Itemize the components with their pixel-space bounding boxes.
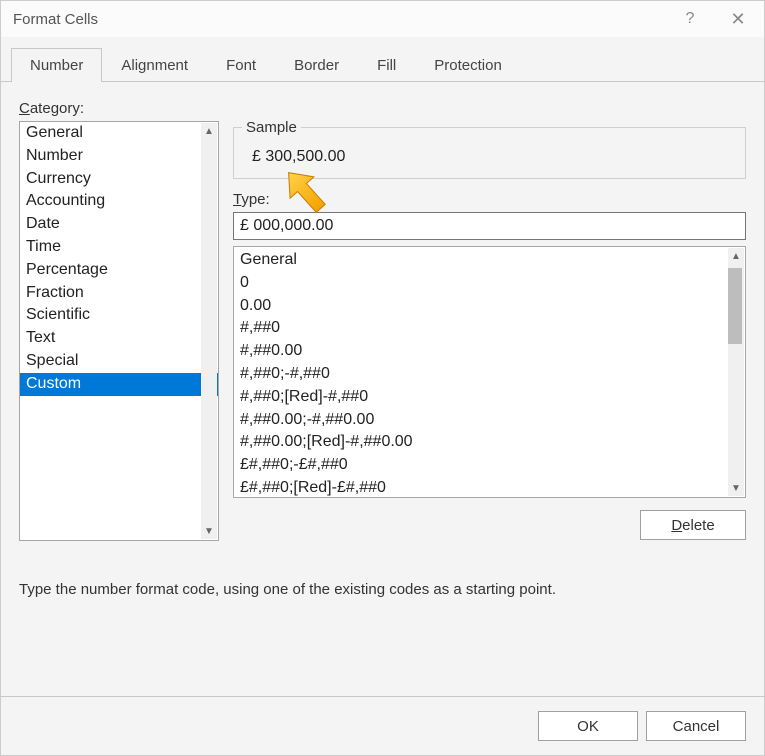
format-code-item[interactable]: #,##0 <box>234 317 745 340</box>
dialog-footer: OK Cancel <box>1 696 764 755</box>
scroll-down-icon[interactable]: ▼ <box>728 480 744 496</box>
category-item[interactable]: Percentage <box>20 259 218 282</box>
tab-fill[interactable]: Fill <box>358 48 415 82</box>
scroll-up-icon[interactable]: ▲ <box>728 248 744 264</box>
delete-button[interactable]: Delete <box>640 510 746 540</box>
sample-value: £ 300,500.00 <box>246 138 733 172</box>
format-code-listbox[interactable]: General00.00#,##0#,##0.00#,##0;-#,##0#,#… <box>233 246 746 498</box>
category-item[interactable]: Custom <box>20 373 218 396</box>
format-code-item[interactable]: General <box>234 249 745 272</box>
category-item[interactable]: Time <box>20 236 218 259</box>
format-code-item[interactable]: #,##0.00;-#,##0.00 <box>234 409 745 432</box>
category-item[interactable]: Scientific <box>20 304 218 327</box>
category-listbox[interactable]: GeneralNumberCurrencyAccountingDateTimeP… <box>19 121 219 541</box>
tab-border[interactable]: Border <box>275 48 358 82</box>
type-label: Type: <box>233 191 746 208</box>
help-button[interactable]: ? <box>666 1 714 37</box>
format-code-item[interactable]: #,##0.00 <box>234 340 745 363</box>
scroll-up-icon[interactable]: ▲ <box>201 123 217 139</box>
type-input[interactable] <box>233 212 746 240</box>
category-item[interactable]: Text <box>20 327 218 350</box>
scrollbar[interactable]: ▲ ▼ <box>728 248 744 496</box>
tab-number[interactable]: Number <box>11 48 102 82</box>
format-code-item[interactable]: #,##0.00;[Red]-#,##0.00 <box>234 431 745 454</box>
category-item[interactable]: Number <box>20 145 218 168</box>
format-code-item[interactable]: £#,##0;-£#,##0 <box>234 454 745 477</box>
category-item[interactable]: Accounting <box>20 190 218 213</box>
category-label: Category: <box>19 100 746 117</box>
category-item[interactable]: Currency <box>20 168 218 191</box>
tab-protection[interactable]: Protection <box>415 48 521 82</box>
titlebar: Format Cells ? ✕ <box>1 1 764 37</box>
category-item[interactable]: General <box>20 122 218 145</box>
scrollbar-thumb[interactable] <box>728 268 742 344</box>
close-button[interactable]: ✕ <box>714 1 762 37</box>
format-code-item[interactable]: #,##0;[Red]-#,##0 <box>234 386 745 409</box>
category-item[interactable]: Date <box>20 213 218 236</box>
category-item[interactable]: Fraction <box>20 282 218 305</box>
sample-legend: Sample <box>242 119 301 136</box>
format-code-item[interactable]: £#,##0;[Red]-£#,##0 <box>234 477 745 498</box>
window-title: Format Cells <box>13 11 666 28</box>
format-code-item[interactable]: 0.00 <box>234 295 745 318</box>
format-code-item[interactable]: 0 <box>234 272 745 295</box>
sample-group: Sample £ 300,500.00 <box>233 127 746 179</box>
hint-text: Type the number format code, using one o… <box>19 581 746 598</box>
cancel-button[interactable]: Cancel <box>646 711 746 741</box>
tabstrip: Number Alignment Font Border Fill Protec… <box>1 37 764 82</box>
dialog-body: Category: GeneralNumberCurrencyAccountin… <box>1 82 764 696</box>
format-cells-dialog: Format Cells ? ✕ Number Alignment Font B… <box>0 0 765 756</box>
tab-alignment[interactable]: Alignment <box>102 48 207 82</box>
ok-button[interactable]: OK <box>538 711 638 741</box>
category-item[interactable]: Special <box>20 350 218 373</box>
format-code-item[interactable]: #,##0;-#,##0 <box>234 363 745 386</box>
scroll-down-icon[interactable]: ▼ <box>201 523 217 539</box>
tab-font[interactable]: Font <box>207 48 275 82</box>
scrollbar[interactable]: ▲ ▼ <box>201 123 217 539</box>
